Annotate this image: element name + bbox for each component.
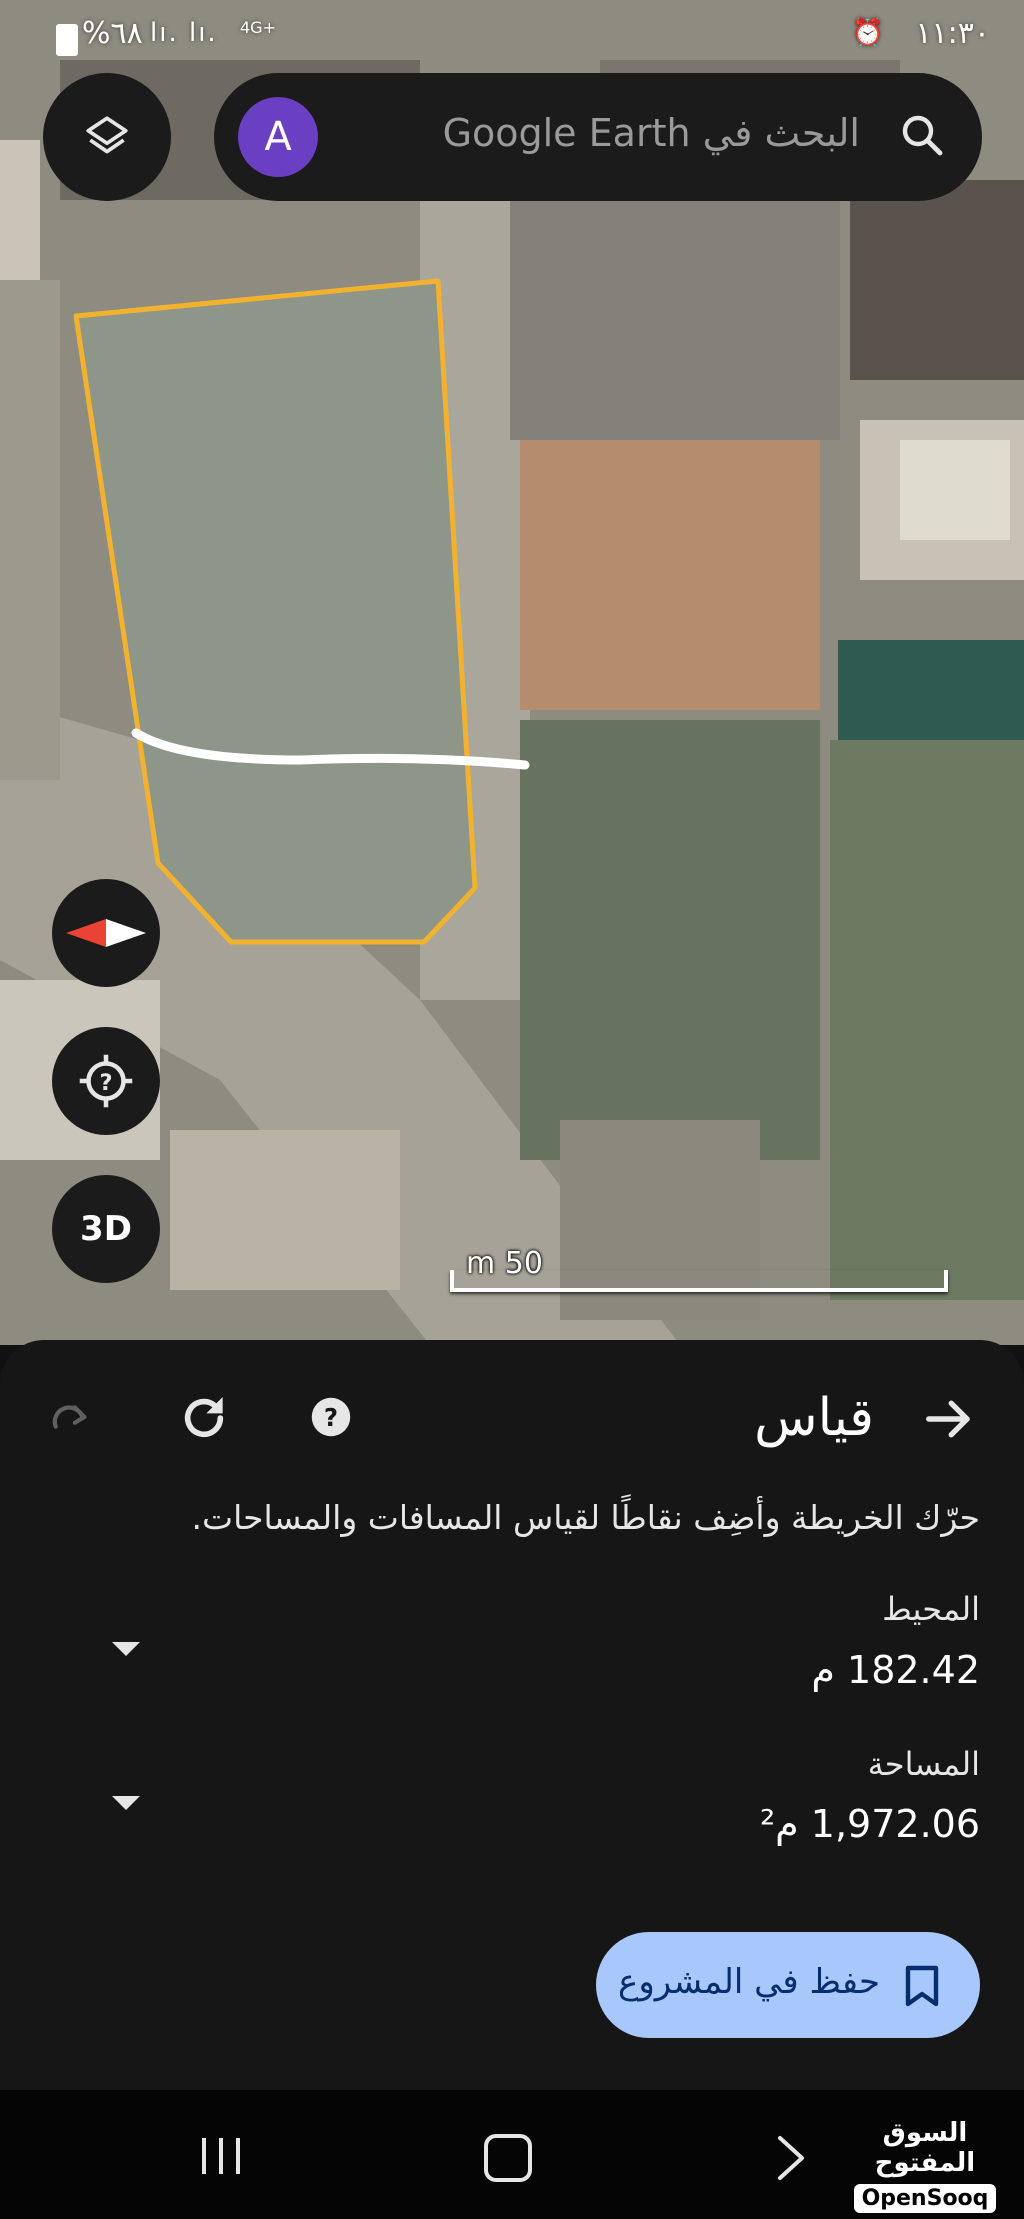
compass-button[interactable] (52, 879, 160, 987)
redo-icon[interactable] (46, 1394, 96, 1440)
search-placeholder[interactable]: البحث في Google Earth (443, 111, 860, 155)
svg-text:?: ? (99, 1070, 112, 1096)
account-avatar[interactable]: A (238, 97, 318, 177)
my-location-button[interactable]: ? (52, 1027, 160, 1135)
measure-sheet: ? قياس حرّك الخريطة وأضِف نقاطًا لقياس ا… (0, 1340, 1024, 2090)
opensooq-watermark: السوق المفتوح OpenSooq (850, 2118, 1000, 2213)
sheet-title: قياس (754, 1388, 874, 1448)
signal-icon: lı. lı. (150, 18, 218, 48)
home-icon[interactable] (484, 2134, 532, 2182)
arrow-forward-icon[interactable] (922, 1392, 976, 1446)
area-value: 1,972.06 م² (759, 1802, 980, 1846)
battery-icon (56, 24, 78, 56)
layers-icon (86, 116, 128, 154)
status-bar: ١١:٣٠ ⏰ %٦٨ lı. lı. 4G+ (0, 0, 1024, 72)
save-to-project-label: حفظ في المشروع (618, 1962, 880, 2002)
refresh-icon[interactable] (176, 1390, 232, 1446)
scale-bar (450, 1270, 948, 1292)
bookmark-icon (905, 1965, 939, 2007)
battery-percent: %٦٨ (82, 16, 143, 51)
area-label: المساحة (867, 1745, 980, 1783)
help-icon[interactable]: ? (310, 1396, 352, 1438)
view-3d-button[interactable]: 3D (52, 1175, 160, 1283)
satellite-imagery (0, 0, 1024, 1345)
measure-instruction: حرّك الخريطة وأضِف نقاطًا لقياس المسافات… (191, 1498, 980, 1537)
search-bar[interactable]: A البحث في Google Earth (214, 73, 982, 201)
system-nav-bar: السوق المفتوح OpenSooq (0, 2090, 1024, 2219)
network-type: 4G+ (240, 18, 276, 37)
perimeter-label: المحيط (882, 1590, 980, 1628)
compass-icon (66, 919, 146, 947)
satellite-map[interactable] (0, 0, 1024, 1345)
layers-button[interactable] (43, 73, 171, 201)
watermark-english: OpenSooq (853, 2184, 997, 2213)
recent-apps-icon[interactable] (198, 2134, 244, 2178)
save-to-project-button[interactable]: حفظ في المشروع (596, 1932, 980, 2038)
area-unit-dropdown[interactable] (112, 1796, 140, 1810)
watermark-arabic: السوق المفتوح (874, 2118, 976, 2178)
alarm-lock-icon: ⏰ (851, 18, 884, 48)
back-chevron-icon[interactable] (776, 2134, 806, 2182)
perimeter-value: 182.42 م (811, 1648, 980, 1692)
search-icon[interactable] (898, 111, 946, 159)
svg-text:?: ? (324, 1403, 338, 1432)
my-location-icon: ? (79, 1054, 133, 1108)
clock: ١١:٣٠ (915, 16, 990, 51)
perimeter-unit-dropdown[interactable] (112, 1642, 140, 1656)
